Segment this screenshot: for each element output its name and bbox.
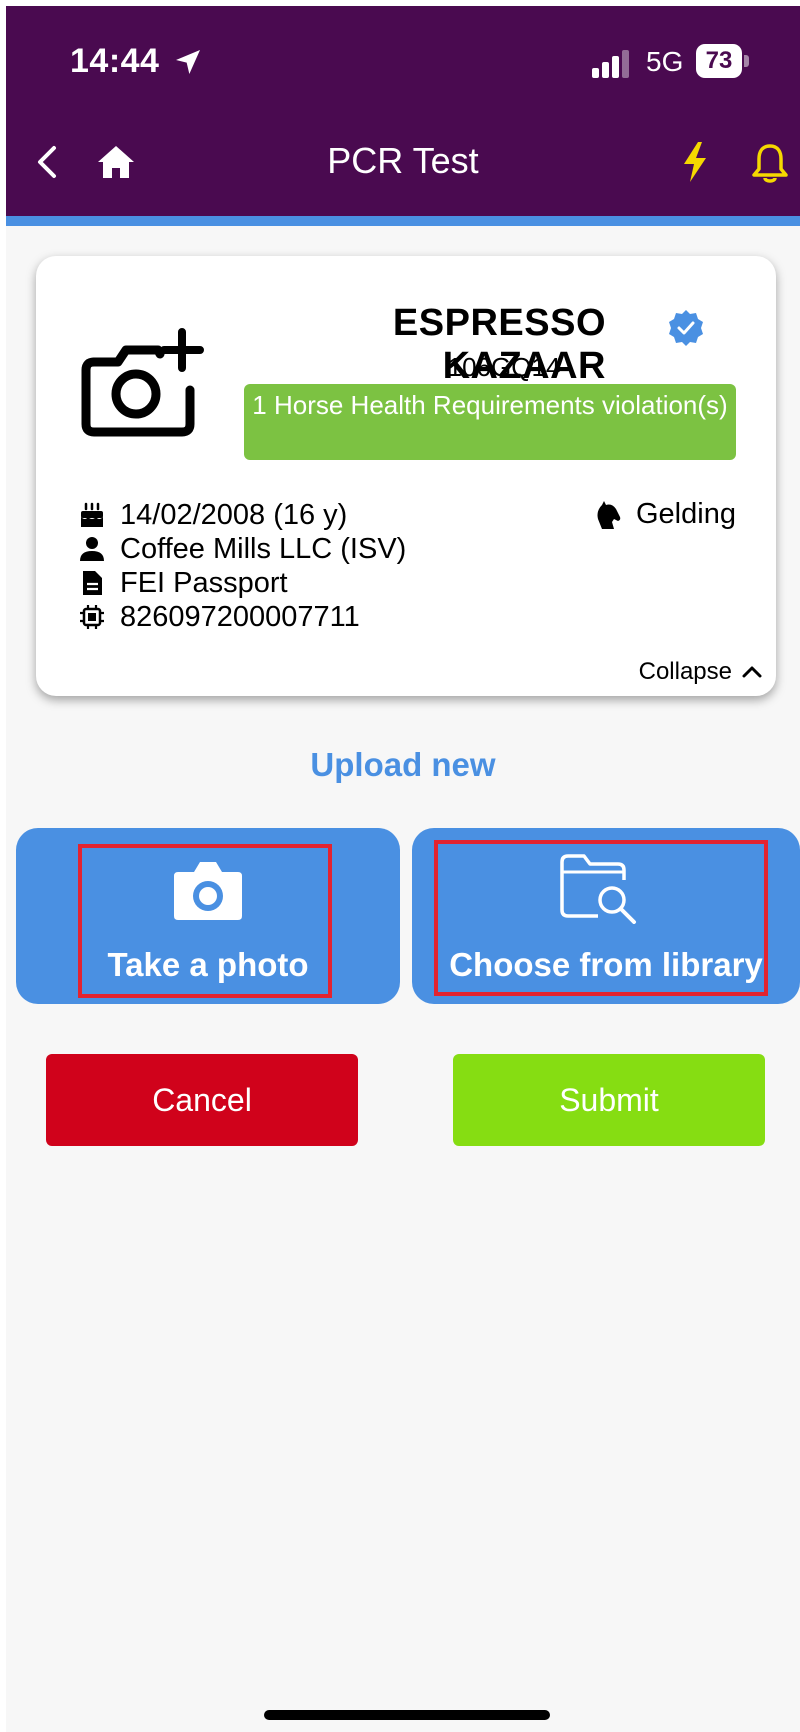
- birth-date: 14/02/2008 (16 y): [120, 498, 348, 531]
- folder-search-icon: [560, 854, 636, 924]
- app-screen: 14:44 5G 73 PCR Test ESPRESSO KAZAAR 106…: [6, 6, 800, 1732]
- document-type: FEI Passport: [120, 566, 288, 599]
- horse-id: 106GQ14: [447, 352, 561, 382]
- document-icon: [83, 571, 102, 595]
- location-arrow-icon: [176, 50, 200, 74]
- flash-icon[interactable]: [680, 140, 710, 184]
- chip-row: 826097200007711: [78, 600, 360, 634]
- take-photo-button[interactable]: Take a photo: [16, 828, 400, 1004]
- battery-indicator: 73: [696, 44, 750, 78]
- collapse-toggle[interactable]: Collapse: [639, 658, 764, 686]
- header-accent-strip: [6, 216, 800, 226]
- app-header: 14:44 5G 73 PCR Test: [6, 6, 800, 216]
- horse-head-icon: [597, 500, 621, 529]
- cancel-button[interactable]: Cancel: [46, 1054, 358, 1146]
- home-indicator[interactable]: [264, 1710, 550, 1720]
- upload-title: Upload new: [310, 746, 496, 783]
- take-photo-label: Take a photo: [107, 946, 309, 983]
- chevron-up-icon: [742, 666, 762, 678]
- owner-name: Coffee Mills LLC (ISV): [120, 532, 407, 565]
- birth-row: 14/02/2008 (16 y): [78, 498, 347, 532]
- verified-badge-icon: [669, 310, 703, 346]
- person-icon: [80, 537, 104, 561]
- add-photo-camera-icon[interactable]: [80, 328, 204, 440]
- cellular-signal-icon: [592, 50, 629, 78]
- battery-tip: [744, 55, 749, 67]
- bell-icon[interactable]: [750, 142, 790, 184]
- choose-library-button[interactable]: Choose from library: [412, 828, 800, 1004]
- violation-banner[interactable]: 1 Horse Health Requirements violation(s): [244, 384, 736, 460]
- chip-number: 826097200007711: [120, 600, 360, 633]
- status-time: 14:44: [70, 42, 160, 80]
- microchip-icon: [80, 605, 104, 629]
- choose-library-label: Choose from library: [449, 946, 763, 983]
- network-type: 5G: [646, 46, 684, 77]
- collapse-label: Collapse: [638, 658, 732, 685]
- submit-button[interactable]: Submit: [453, 1054, 765, 1146]
- sex-row: Gelding: [592, 498, 736, 531]
- battery-level: 73: [696, 44, 742, 78]
- camera-icon: [174, 862, 242, 920]
- horse-card: ESPRESSO KAZAAR 106GQ14 1 Horse Health R…: [36, 256, 776, 696]
- birthday-cake-icon: [81, 502, 103, 527]
- document-row: FEI Passport: [78, 566, 288, 600]
- owner-row: Coffee Mills LLC (ISV): [78, 532, 406, 566]
- horse-sex: Gelding: [636, 498, 736, 530]
